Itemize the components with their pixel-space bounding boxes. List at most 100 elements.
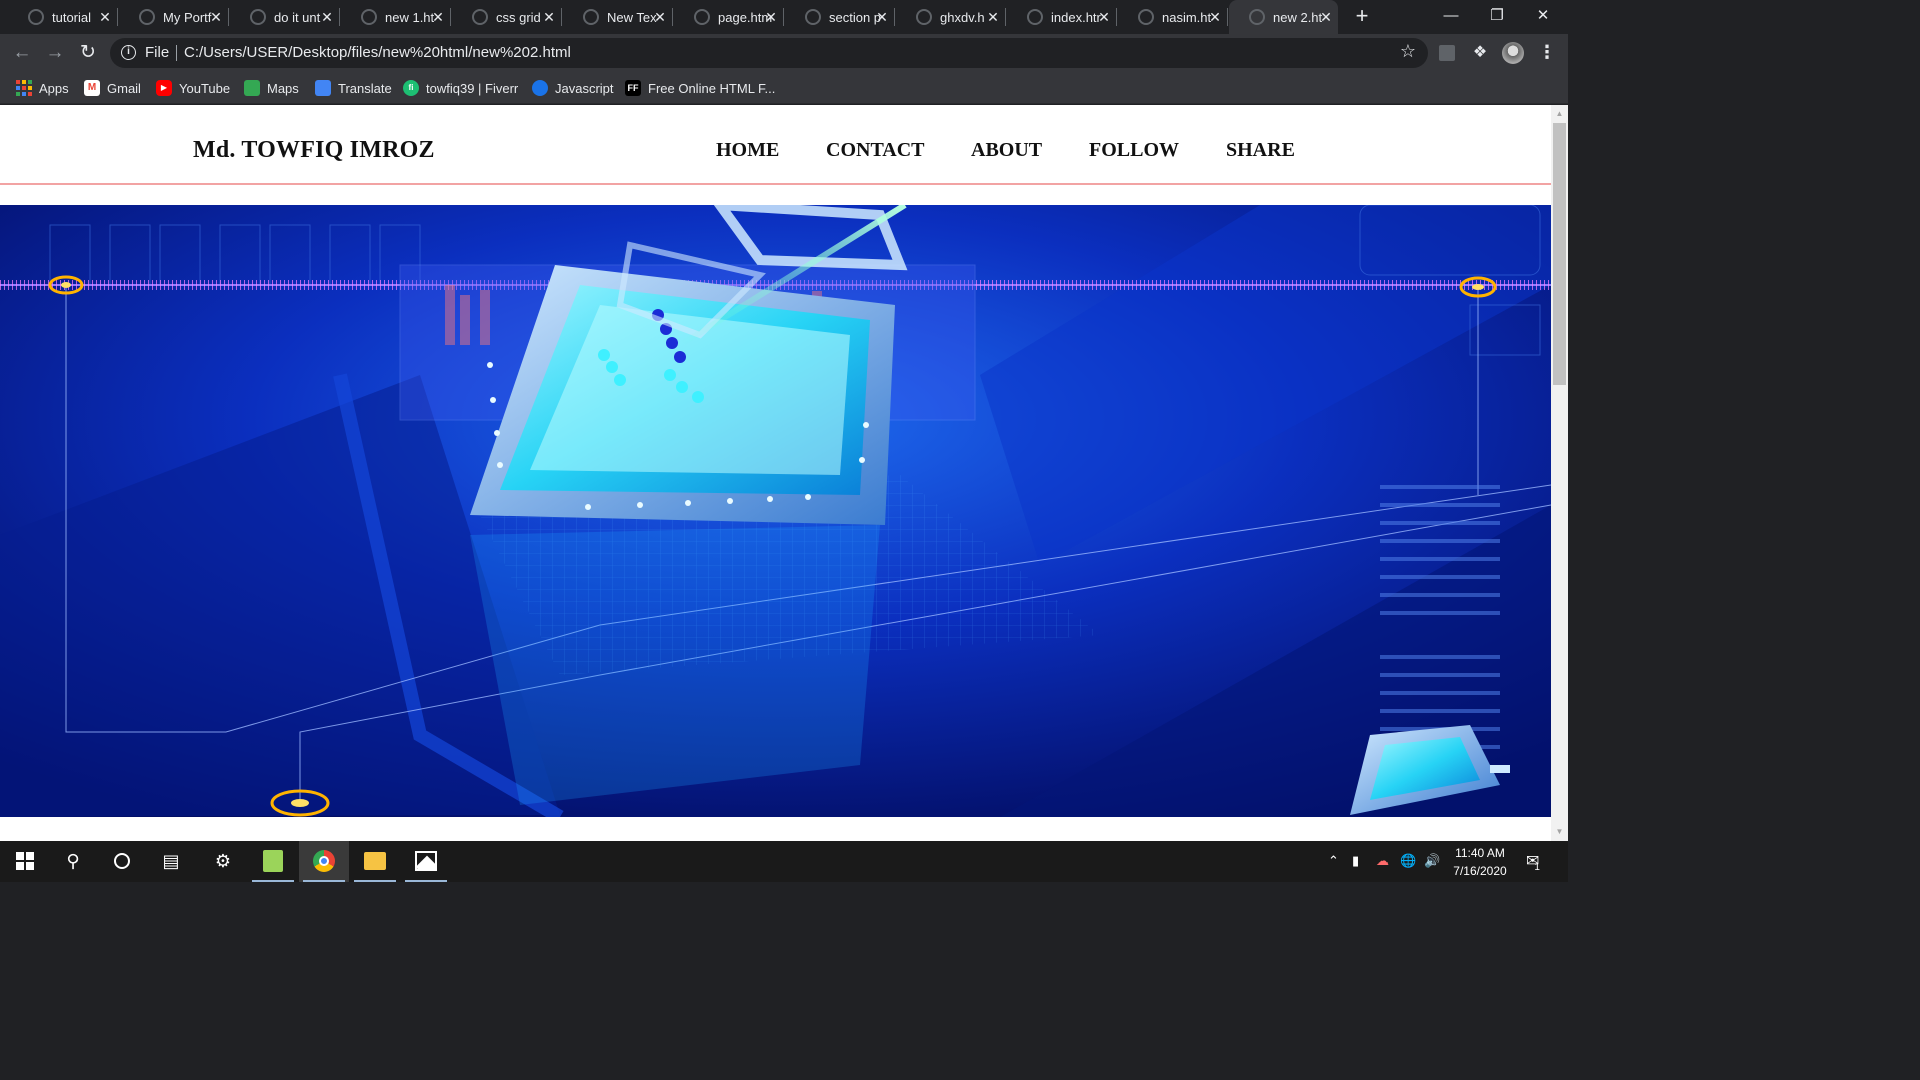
tab-close-icon[interactable]: ✕ xyxy=(1318,9,1334,25)
task-view-icon[interactable]: ▤ xyxy=(146,841,196,882)
notepad-plus-icon[interactable] xyxy=(248,841,298,882)
browser-tab[interactable]: new 2.ht ✕ xyxy=(1229,0,1338,34)
bookmark-label: Free Online HTML F... xyxy=(648,80,776,96)
browser-tab[interactable]: page.htm ✕ xyxy=(674,0,784,34)
volume-icon[interactable]: 🔊 xyxy=(1424,853,1440,869)
browser-tab[interactable]: do it unt ✕ xyxy=(230,0,340,34)
bookmark-item[interactable]: Translate xyxy=(315,78,392,98)
translate-icon xyxy=(315,80,331,96)
extensions-puzzle-icon[interactable]: ❖ xyxy=(1469,42,1491,64)
browser-tab[interactable]: index.htr ✕ xyxy=(1007,0,1117,34)
windows-start-icon[interactable] xyxy=(0,841,50,882)
browser-tab[interactable]: ghxdv.h ✕ xyxy=(896,0,1006,34)
tab-favicon-icon xyxy=(583,9,599,25)
tab-separator xyxy=(1005,8,1006,26)
tab-close-icon[interactable]: ✕ xyxy=(652,9,668,25)
nav-home[interactable]: HOME xyxy=(716,139,779,162)
tab-favicon-icon xyxy=(139,9,155,25)
tray-chevron-icon[interactable]: ⌃ xyxy=(1328,853,1339,869)
tab-favicon-icon xyxy=(1249,9,1265,25)
browser-tab[interactable]: css grid ✕ xyxy=(452,0,562,34)
restore-button[interactable]: ❐ xyxy=(1474,0,1520,34)
search-icon[interactable]: ⚲ xyxy=(48,841,98,882)
tab-favicon-icon xyxy=(472,9,488,25)
tab-favicon-icon xyxy=(250,9,266,25)
nav-share[interactable]: SHARE xyxy=(1226,139,1295,162)
bookmark-item[interactable]: FF Free Online HTML F... xyxy=(625,78,775,98)
forward-icon[interactable]: → xyxy=(42,40,68,66)
nav-contact[interactable]: CONTACT xyxy=(826,139,925,162)
battery-icon[interactable]: ▮ xyxy=(1352,853,1359,869)
browser-tab[interactable]: New Tex ✕ xyxy=(563,0,673,34)
bookmark-item[interactable]: Maps xyxy=(244,78,299,98)
browser-tab[interactable]: section p ✕ xyxy=(785,0,895,34)
language-globe-icon[interactable]: 🌐 xyxy=(1400,853,1416,869)
scroll-down-arrow-icon[interactable]: ▼ xyxy=(1551,825,1568,839)
profile-avatar[interactable] xyxy=(1502,42,1524,64)
chrome-icon[interactable] xyxy=(299,841,349,882)
photos-icon[interactable] xyxy=(401,841,451,882)
settings-icon[interactable]: ⚙ xyxy=(198,841,248,882)
bookmark-label: Apps xyxy=(39,80,69,96)
tab-close-icon[interactable]: ✕ xyxy=(763,9,779,25)
bookmark-item[interactable]: Javascript xyxy=(532,78,614,98)
clock-date: 7/16/2020 xyxy=(1453,864,1507,878)
browser-tab[interactable]: tutorial ✕ xyxy=(8,0,118,34)
nav-about[interactable]: ABOUT xyxy=(971,139,1042,162)
tab-separator xyxy=(1227,8,1228,26)
site-info-icon[interactable]: i xyxy=(121,45,136,60)
tab-separator xyxy=(783,8,784,26)
scroll-up-arrow-icon[interactable]: ▲ xyxy=(1551,107,1568,121)
site-logo[interactable]: Md. TOWFIQ IMROZ xyxy=(193,137,435,164)
tab-close-icon[interactable]: ✕ xyxy=(430,9,446,25)
tab-close-icon[interactable]: ✕ xyxy=(985,9,1001,25)
tab-close-icon[interactable]: ✕ xyxy=(541,9,557,25)
close-window-button[interactable]: ✕ xyxy=(1520,0,1566,34)
action-center-icon[interactable]: ✉1 xyxy=(1526,851,1545,873)
bookmark-item[interactable]: fi towfiq39 | Fiverr xyxy=(403,78,518,98)
tab-favicon-icon xyxy=(361,9,377,25)
minimize-button[interactable]: — xyxy=(1428,0,1474,34)
scrollbar-thumb[interactable] xyxy=(1553,123,1566,385)
windows-taskbar: ⚲ ▤ ⚙ ⌃ ▮ ☁ 🌐 🔊 11:40 AM 7/16/2020 ✉1 xyxy=(0,841,1568,882)
address-bar[interactable]: i File C:/Users/USER/Desktop/files/new%2… xyxy=(110,38,1428,68)
tab-separator xyxy=(339,8,340,26)
bookmark-label: Javascript xyxy=(555,80,614,96)
tab-favicon-icon xyxy=(28,9,44,25)
bookmark-item[interactable]: Apps xyxy=(16,78,69,98)
network-error-icon[interactable]: ☁ xyxy=(1376,853,1389,869)
tab-close-icon[interactable]: ✕ xyxy=(874,9,890,25)
bookmark-item[interactable]: M Gmail xyxy=(84,78,141,98)
page-scrollbar[interactable]: ▲ ▼ xyxy=(1551,105,1568,841)
bookmark-label: Translate xyxy=(338,80,392,96)
bookmark-star-icon[interactable]: ☆ xyxy=(1400,41,1416,62)
new-tab-button[interactable]: + xyxy=(1350,5,1374,29)
tab-close-icon[interactable]: ✕ xyxy=(97,9,113,25)
back-icon[interactable]: ← xyxy=(9,40,35,66)
bookmark-item[interactable]: ▶ YouTube xyxy=(156,78,230,98)
fiverr-icon: fi xyxy=(403,80,419,96)
tab-close-icon[interactable]: ✕ xyxy=(1207,9,1223,25)
browser-tab[interactable]: My Portf ✕ xyxy=(119,0,229,34)
tab-favicon-icon xyxy=(805,9,821,25)
tab-separator xyxy=(672,8,673,26)
extension-icon[interactable] xyxy=(1436,42,1458,64)
browser-tab[interactable]: new 1.ht ✕ xyxy=(341,0,451,34)
url-text[interactable]: C:/Users/USER/Desktop/files/new%20html/n… xyxy=(184,44,571,61)
reload-icon[interactable]: ↻ xyxy=(75,40,101,66)
bookmark-label: towfiq39 | Fiverr xyxy=(426,80,519,96)
tab-close-icon[interactable]: ✕ xyxy=(208,9,224,25)
file-explorer-icon[interactable] xyxy=(350,841,400,882)
browser-menu-icon[interactable]: ⋮ xyxy=(1538,42,1556,64)
tab-favicon-icon xyxy=(916,9,932,25)
tab-close-icon[interactable]: ✕ xyxy=(319,9,335,25)
system-clock[interactable]: 11:40 AM 7/16/2020 xyxy=(1440,844,1520,880)
cortana-icon[interactable] xyxy=(97,841,147,882)
tab-favicon-icon xyxy=(1027,9,1043,25)
nav-follow[interactable]: FOLLOW xyxy=(1089,139,1179,162)
tab-favicon-icon xyxy=(1138,9,1154,25)
tab-close-icon[interactable]: ✕ xyxy=(1096,9,1112,25)
apps-grid-icon xyxy=(16,80,32,96)
bookmark-label: Gmail xyxy=(107,80,141,96)
browser-tab[interactable]: nasim.ht ✕ xyxy=(1118,0,1228,34)
